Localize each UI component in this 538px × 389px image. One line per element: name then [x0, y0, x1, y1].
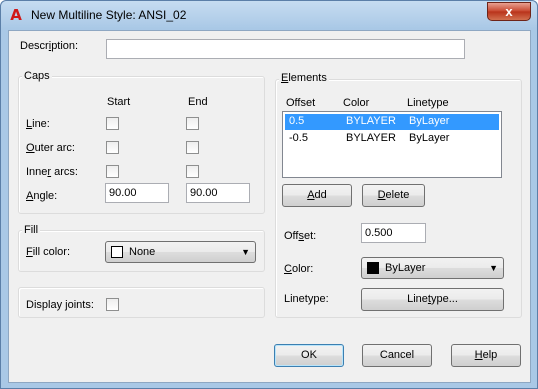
close-button[interactable]: x [487, 2, 531, 21]
list-item[interactable]: -0.5 BYLAYER ByLayer [285, 131, 499, 147]
element-linetype: ByLayer [409, 115, 450, 127]
dialog-window: A New Multiline Style: ANSI_02 x Descrip… [0, 0, 538, 389]
chevron-down-icon: ▼ [489, 263, 498, 273]
close-icon: x [505, 4, 513, 19]
autocad-logo-icon: A [10, 6, 22, 24]
caps-line-end-checkbox[interactable] [186, 117, 199, 130]
column-header-linetype: Linetype [407, 97, 449, 109]
cancel-button[interactable]: Cancel [362, 344, 432, 367]
element-color: BYLAYER [346, 115, 396, 127]
element-color: BYLAYER [346, 132, 396, 144]
delete-button[interactable]: Delete [362, 184, 425, 207]
column-header-offset: Offset [286, 97, 316, 109]
help-button[interactable]: Help [451, 344, 521, 367]
elements-group-title: Elements [279, 72, 329, 84]
caps-inner-arcs-end-checkbox[interactable] [186, 165, 199, 178]
add-button[interactable]: Add [282, 184, 352, 207]
caps-inner-arcs-start-checkbox[interactable] [106, 165, 119, 178]
caps-angle-start-input[interactable]: 90.00 [105, 183, 169, 203]
element-linetype: ByLayer [409, 132, 450, 144]
description-label: Description: [20, 40, 79, 52]
column-header-color: Color [343, 97, 370, 109]
element-offset: 0.5 [289, 115, 305, 127]
caps-outer-arc-label: Outer arc: [26, 142, 75, 154]
ok-button[interactable]: OK [274, 344, 344, 367]
color-value: ByLayer [385, 262, 426, 274]
color-dropdown[interactable]: ByLayer ▼ [361, 257, 504, 279]
elements-list[interactable]: 0.5 BYLAYER ByLayer -0.5 BYLAYER ByLayer [282, 111, 502, 178]
offset-label: Offset: [284, 230, 317, 242]
dialog-body: Description: Caps Start End Line: Outer … [8, 30, 531, 383]
caps-inner-arcs-label: Inner arcs: [26, 166, 78, 178]
caps-start-header: Start [107, 96, 131, 108]
caps-outer-arc-end-checkbox[interactable] [186, 141, 199, 154]
color-label: Color: [284, 263, 314, 275]
caps-line-label: Line: [26, 118, 50, 130]
caps-group-title: Caps [22, 70, 52, 82]
display-joints-checkbox[interactable] [106, 298, 119, 311]
fill-color-dropdown[interactable]: None ▼ [105, 241, 256, 263]
fill-group-title: Fill [22, 224, 41, 236]
fill-color-value: None [129, 246, 156, 258]
title-bar[interactable]: A New Multiline Style: ANSI_02 x [1, 1, 537, 29]
window-title: New Multiline Style: ANSI_02 [31, 8, 187, 22]
color-swatch [367, 262, 379, 274]
offset-input[interactable]: 0.500 [361, 223, 426, 243]
linetype-button[interactable]: Linetype... [361, 288, 504, 311]
fill-color-swatch [111, 246, 123, 258]
caps-angle-label: Angle: [26, 190, 58, 202]
linetype-label: Linetype: [284, 293, 329, 305]
list-item[interactable]: 0.5 BYLAYER ByLayer [285, 114, 499, 130]
caps-line-start-checkbox[interactable] [106, 117, 119, 130]
caps-end-header: End [188, 96, 208, 108]
fill-color-label: Fill color: [26, 246, 71, 258]
caps-outer-arc-start-checkbox[interactable] [106, 141, 119, 154]
chevron-down-icon: ▼ [241, 247, 250, 257]
description-input[interactable] [106, 39, 465, 59]
caps-angle-end-input[interactable]: 90.00 [186, 183, 250, 203]
display-joints-label: Display joints: [26, 299, 94, 311]
element-offset: -0.5 [289, 132, 308, 144]
